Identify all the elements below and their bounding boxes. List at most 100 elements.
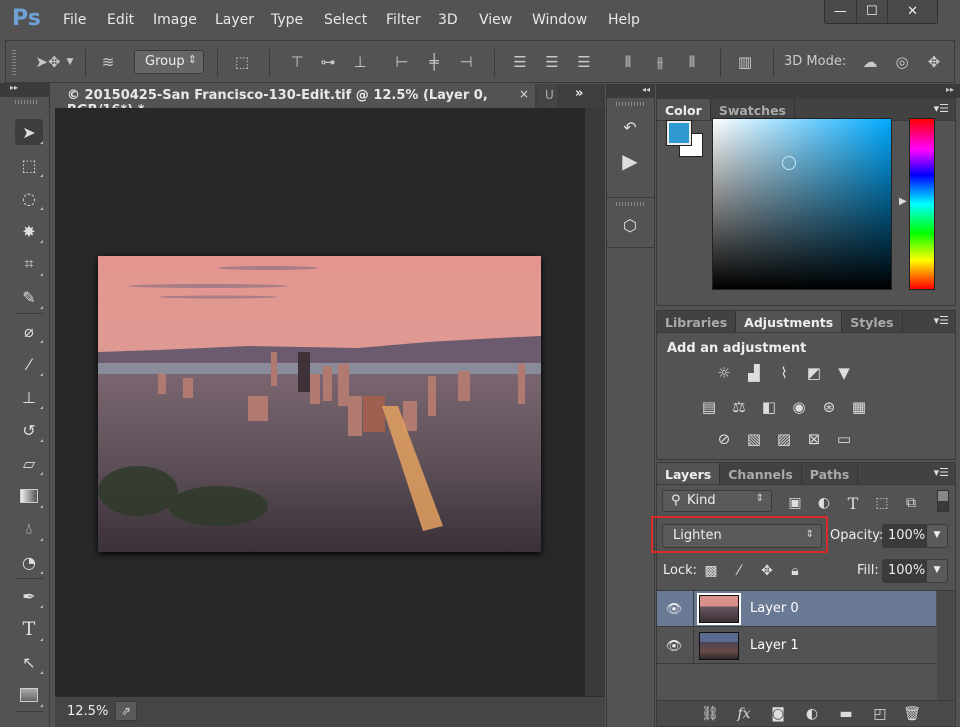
lock-position-icon[interactable]: ✥ xyxy=(757,561,777,581)
align-top-icon[interactable]: ⊤ xyxy=(286,51,308,73)
gradient-tool-icon[interactable] xyxy=(15,483,43,509)
vertical-scrollbar[interactable] xyxy=(585,108,605,696)
auto-align-layers-icon[interactable]: ▥ xyxy=(734,51,756,73)
menu-filter[interactable]: Filter xyxy=(386,12,421,28)
lock-transparent-pixels-icon[interactable]: ▩ xyxy=(701,561,721,581)
tab-libraries[interactable]: Libraries xyxy=(657,311,737,332)
3d-orbit-icon[interactable]: ☁ xyxy=(859,51,881,73)
menu-3d[interactable]: 3D xyxy=(438,12,458,28)
layer-name[interactable]: Layer 1 xyxy=(750,638,799,653)
opacity-dropdown-button[interactable]: ▼ xyxy=(926,524,948,548)
eyedropper-tool-icon[interactable]: ✎ xyxy=(15,284,43,310)
layer-style-fx-icon[interactable]: fx xyxy=(733,704,755,724)
foreground-color-swatch[interactable] xyxy=(666,120,692,146)
tab-overflow-button[interactable]: » xyxy=(575,86,583,101)
add-mask-icon[interactable]: ◙ xyxy=(767,704,789,724)
tab-paths[interactable]: Paths xyxy=(802,463,859,484)
posterize-icon[interactable]: ▧ xyxy=(743,429,765,449)
brush-tool-icon[interactable]: ⁄ xyxy=(15,351,43,377)
tab-styles[interactable]: Styles xyxy=(842,311,903,332)
tab-swatches[interactable]: Swatches xyxy=(711,99,795,120)
align-left-icon[interactable]: ⊢ xyxy=(391,51,413,73)
actions-panel-icon[interactable]: ▶ xyxy=(615,148,645,174)
type-tool-icon[interactable]: T xyxy=(15,616,43,642)
dodge-tool-icon[interactable]: ◔ xyxy=(15,549,43,575)
align-right-icon[interactable]: ⊣ xyxy=(455,51,477,73)
new-adjustment-layer-icon[interactable]: ◐ xyxy=(801,704,823,724)
close-document-icon[interactable]: × xyxy=(519,87,529,101)
visibility-eye-icon[interactable]: 👁︎ xyxy=(665,600,683,618)
layer-row[interactable]: 👁︎ Layer 1 xyxy=(657,628,936,664)
rectangle-tool-icon[interactable] xyxy=(15,682,43,708)
delete-layer-trash-icon[interactable]: 🗑︎ xyxy=(901,704,923,724)
lock-image-pixels-icon[interactable]: ⁄ xyxy=(729,561,749,581)
fill-input[interactable]: 100% xyxy=(882,559,926,583)
tab-layers[interactable]: Layers xyxy=(657,463,721,484)
photo-filter-icon[interactable]: ◉ xyxy=(788,397,810,417)
menu-image[interactable]: Image xyxy=(153,12,197,28)
filter-type-layers-icon[interactable]: T xyxy=(843,493,863,513)
layer-filter-kind-dropdown[interactable]: ⚲ Kind ⇕ xyxy=(662,490,772,512)
zoom-level[interactable]: 12.5% xyxy=(67,704,108,719)
new-group-folder-icon[interactable]: ▬ xyxy=(835,704,857,724)
layers-scrollbar[interactable] xyxy=(937,591,955,701)
maximize-button[interactable]: ☐ xyxy=(857,0,889,23)
menu-help[interactable]: Help xyxy=(608,12,640,28)
toolbar-grip[interactable] xyxy=(15,100,39,104)
new-layer-icon[interactable]: ◰ xyxy=(869,704,891,724)
gradient-map-icon[interactable]: ▭ xyxy=(833,429,855,449)
color-balance-icon[interactable]: ⚖ xyxy=(728,397,750,417)
menu-file[interactable]: File xyxy=(63,12,86,28)
black-white-icon[interactable]: ◧ xyxy=(758,397,780,417)
close-button[interactable]: ✕ xyxy=(888,0,937,23)
lock-all-icon[interactable]: 🔒︎ xyxy=(785,561,805,581)
menu-edit[interactable]: Edit xyxy=(107,12,134,28)
pen-tool-icon[interactable]: ✒ xyxy=(15,583,43,609)
filter-toggle-switch[interactable] xyxy=(937,490,949,512)
share-icon[interactable]: ⇗ xyxy=(115,701,137,721)
3d-roll-icon[interactable]: ◎ xyxy=(891,51,913,73)
document-tab-2[interactable]: U xyxy=(537,84,557,108)
distribute-horizontal-center-icon[interactable]: ⫵ xyxy=(649,51,671,73)
filter-adjustment-layers-icon[interactable]: ◐ xyxy=(814,493,834,513)
layer-row[interactable]: 👁︎ Layer 0 xyxy=(657,591,936,627)
panel-dock-expand-button[interactable]: ◂◂ xyxy=(606,84,655,98)
menu-type[interactable]: Type xyxy=(271,12,303,28)
align-vertical-center-icon[interactable]: ⊶ xyxy=(317,51,339,73)
channel-mixer-icon[interactable]: ⊛ xyxy=(818,397,840,417)
history-panel-icon[interactable]: ↶ xyxy=(615,114,645,140)
document-image[interactable] xyxy=(98,256,541,552)
tab-channels[interactable]: Channels xyxy=(720,463,802,484)
filter-pixel-layers-icon[interactable]: ▣ xyxy=(785,493,805,513)
tab-color[interactable]: Color xyxy=(657,99,711,120)
rectangular-marquee-tool-icon[interactable]: ⬚ xyxy=(15,152,43,178)
exposure-icon[interactable]: ◩ xyxy=(803,363,825,383)
levels-icon[interactable]: ▟ xyxy=(743,363,765,383)
menu-view[interactable]: View xyxy=(479,12,512,28)
fill-dropdown-button[interactable]: ▼ xyxy=(926,559,948,583)
magic-wand-tool-icon[interactable]: ✸ xyxy=(15,218,43,244)
crop-tool-icon[interactable]: ⌗ xyxy=(15,251,43,277)
panel-menu-icon[interactable]: ▾☰ xyxy=(934,102,949,115)
auto-select-dropdown[interactable]: Group ⇕ xyxy=(134,50,204,74)
blur-tool-icon[interactable]: 💧︎ xyxy=(15,516,43,542)
menu-window[interactable]: Window xyxy=(532,12,587,28)
hue-slider-handle[interactable]: ▶ xyxy=(899,196,907,207)
minimize-button[interactable]: — xyxy=(825,0,857,23)
3d-pan-icon[interactable]: ✥ xyxy=(923,51,945,73)
align-horizontal-center-icon[interactable]: ╪ xyxy=(423,51,445,73)
menu-layer[interactable]: Layer xyxy=(215,12,254,28)
threshold-icon[interactable]: ▨ xyxy=(773,429,795,449)
curves-icon[interactable]: ⌇ xyxy=(773,363,795,383)
hue-saturation-icon[interactable]: ▤ xyxy=(698,397,720,417)
invert-icon[interactable]: ⊘ xyxy=(713,429,735,449)
color-lookup-icon[interactable]: ▦ xyxy=(848,397,870,417)
panel-menu-icon[interactable]: ▾☰ xyxy=(934,466,949,479)
filter-smart-objects-icon[interactable]: ⧉ xyxy=(901,493,921,513)
transform-controls-icon[interactable]: ⬚ xyxy=(231,51,253,73)
link-layers-icon[interactable]: ⛓ xyxy=(699,704,721,724)
brightness-contrast-icon[interactable]: ☼ xyxy=(713,363,735,383)
document-tab[interactable]: © 20150425-San Francisco-130-Edit.tif @ … xyxy=(55,84,535,118)
align-bottom-icon[interactable]: ⊥ xyxy=(349,51,371,73)
auto-select-layers-icon[interactable]: ≋ xyxy=(94,51,122,73)
